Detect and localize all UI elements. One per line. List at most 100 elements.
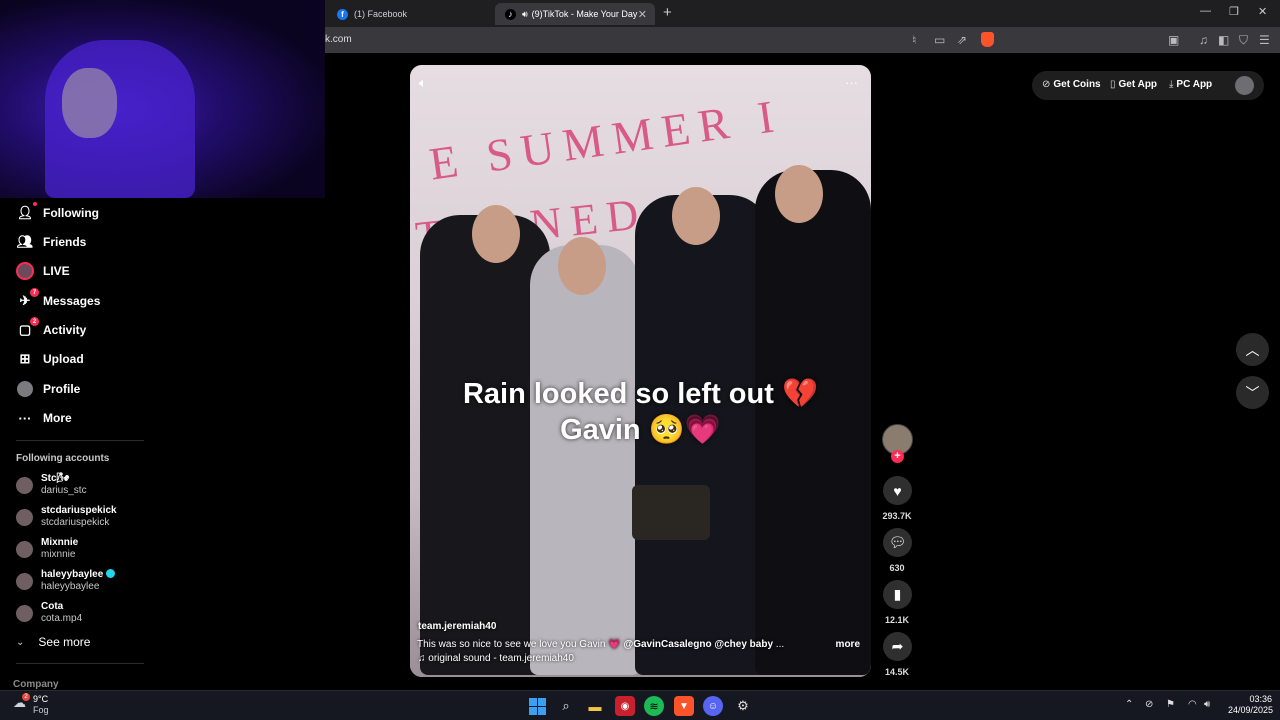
spotify-icon[interactable]: ≋ [644,696,664,716]
divider [16,663,144,664]
account-name: stcdariuspekick [41,505,117,516]
friends-icon: 👥︎ [16,234,34,249]
description-more-button[interactable]: more [836,639,860,650]
volume-icon[interactable]: 🔊︎ [1204,699,1210,710]
tab-audio-icon[interactable]: 🔊︎ [522,9,528,20]
video-description: This was so nice to see we love you Gavi… [417,639,784,650]
minimize-icon[interactable]: — [1200,5,1211,17]
url-text[interactable]: k.com [325,34,352,45]
video-options-icon[interactable]: ··· [845,75,858,90]
account-username: stcdariuspekick [41,517,110,528]
chevron-up-icon: ︿ [1245,341,1260,358]
weather-temperature[interactable]: 9°C [33,694,48,704]
chevron-down-icon: ⌄ [16,636,25,648]
account-avatar [16,477,33,494]
wallet-icon[interactable]: ▣ [1168,33,1179,47]
heart-icon: ♥ [893,482,902,499]
original-sound-link[interactable]: ♫ original sound - team.jeremiah40 [418,653,574,664]
comment-button[interactable]: 💬︎ [883,528,912,557]
discord-icon[interactable]: ☺ [703,696,723,716]
person-2 [530,245,640,675]
mention-link[interactable]: @GavinCasalegno [623,639,711,650]
sidebar-item-label: Activity [43,323,87,337]
close-tab-icon[interactable]: ✕ [638,8,647,21]
previous-video-button[interactable]: ︿ [1236,333,1269,366]
new-tab-icon[interactable]: + [663,4,672,21]
more-icon: ··· [18,410,32,426]
description-text: This was so nice to see we love you Gavi… [417,639,621,650]
comment-icon: 💬︎ [888,534,907,550]
volume-icon[interactable]: 🔈︎ [419,75,427,91]
following-account[interactable]: Cota cota.mp4 [16,601,216,627]
follow-plus-icon[interactable]: + [891,450,904,463]
save-count: 12.1K [884,615,910,625]
top-right-actions: ⊘ Get Coins ▯ Get App ⤓ PC App [1032,71,1264,100]
sidebar-item-label: Messages [43,294,101,308]
sidebar-item-label: Following [43,206,99,220]
mention-link[interactable]: @chey baby [714,639,773,650]
wifi-icon[interactable]: ◠ [1188,699,1197,710]
see-more-button[interactable]: ⌄ See more [16,635,90,649]
windows-icon [528,697,546,715]
following-account[interactable]: stcdariuspekick stcdariuspekick [16,505,216,531]
share-icon[interactable]: ⇗ [957,33,967,47]
weather-badge: 2 [22,693,30,701]
brave-shields-icon[interactable] [981,32,994,47]
tray-icon[interactable]: ⚑ [1166,699,1175,710]
sidebar-item-upload[interactable]: ⊞ Upload [16,347,84,371]
sidebar-item-live[interactable]: LIVE [16,259,70,283]
user-avatar[interactable] [1235,76,1254,95]
start-button[interactable] [527,696,547,716]
sidebar-item-profile[interactable]: Profile [16,377,80,401]
search-icon[interactable]: ⌕ [556,696,576,716]
cast-icon[interactable]: ▭ [934,33,945,47]
sidebar-item-activity[interactable]: ▢ 2 Activity [16,317,87,342]
account-avatar [16,541,33,558]
account-name: Cota [41,601,64,612]
next-video-button[interactable]: ﹀ [1236,376,1269,409]
system-clock[interactable]: 03:36 24/09/2025 [1228,694,1274,716]
weather-condition[interactable]: Fog [33,705,49,715]
face [62,68,117,138]
like-button[interactable]: ♥ [883,476,912,505]
save-button[interactable]: ▮ [883,580,912,609]
video-author[interactable]: team.jeremiah40 [418,621,496,632]
following-account[interactable]: Mixnnie mixnnie [16,537,216,563]
sidebar-toggle-icon[interactable]: ◧ [1218,33,1229,47]
share-button[interactable]: ➦ [883,632,912,661]
sidebar-item-following[interactable]: 👤︎ Following [16,201,99,225]
app-icon[interactable]: ◉ [615,696,635,716]
close-window-icon[interactable]: ✕ [1258,5,1267,18]
account-username: mixnnie [41,549,76,560]
music-icon[interactable]: ♫ [1199,33,1208,47]
share-arrow-icon: ➦ [891,638,904,654]
tab-facebook[interactable]: f (1) Facebook [327,3,492,25]
file-explorer-icon[interactable]: ▬ [585,696,605,716]
head-2 [558,237,606,295]
following-account[interactable]: Stc🌬 darius_stc [16,473,216,499]
following-account[interactable]: haleyybaylee haleyybaylee [16,569,216,595]
video-player[interactable]: E SUMMER I TURNED P 🔈︎ ··· Rain looked s… [410,65,871,677]
account-avatar [16,605,33,622]
get-app-button[interactable]: ▯ Get App [1110,79,1157,90]
pc-app-button[interactable]: ⤓ PC App [1169,79,1212,90]
video-caption-line1: Rain looked so left out 💔 [462,378,819,410]
restore-icon[interactable]: ❐ [1229,5,1239,18]
profile-avatar [16,380,34,398]
brave-browser-icon[interactable]: ▼ [674,696,694,716]
sidebar-item-friends[interactable]: 👥︎ Friends [16,230,87,254]
clock-date: 24/09/2025 [1228,705,1274,715]
head-4 [775,165,823,223]
tray-icon[interactable]: ⊘ [1145,699,1153,710]
vpn-icon[interactable]: ⛉ [1239,33,1248,48]
tab-tiktok[interactable]: ♪ 🔊︎ (9)TikTok - Make Your Day ✕ [495,3,655,25]
get-coins-button[interactable]: ⊘ Get Coins [1042,79,1101,90]
app-icon[interactable]: ⚙ [733,696,753,716]
menu-icon[interactable]: ☰ [1259,33,1270,47]
company-heading[interactable]: Company [13,679,59,690]
sidebar-item-messages[interactable]: ✈︎ 7 Messages [16,288,101,313]
chevron-up-icon[interactable]: ⌃ [1125,699,1133,710]
mute-icon[interactable]: ♮ [912,33,916,47]
sidebar-item-more[interactable]: ··· More [16,406,72,430]
sidebar-item-label: More [43,411,72,425]
